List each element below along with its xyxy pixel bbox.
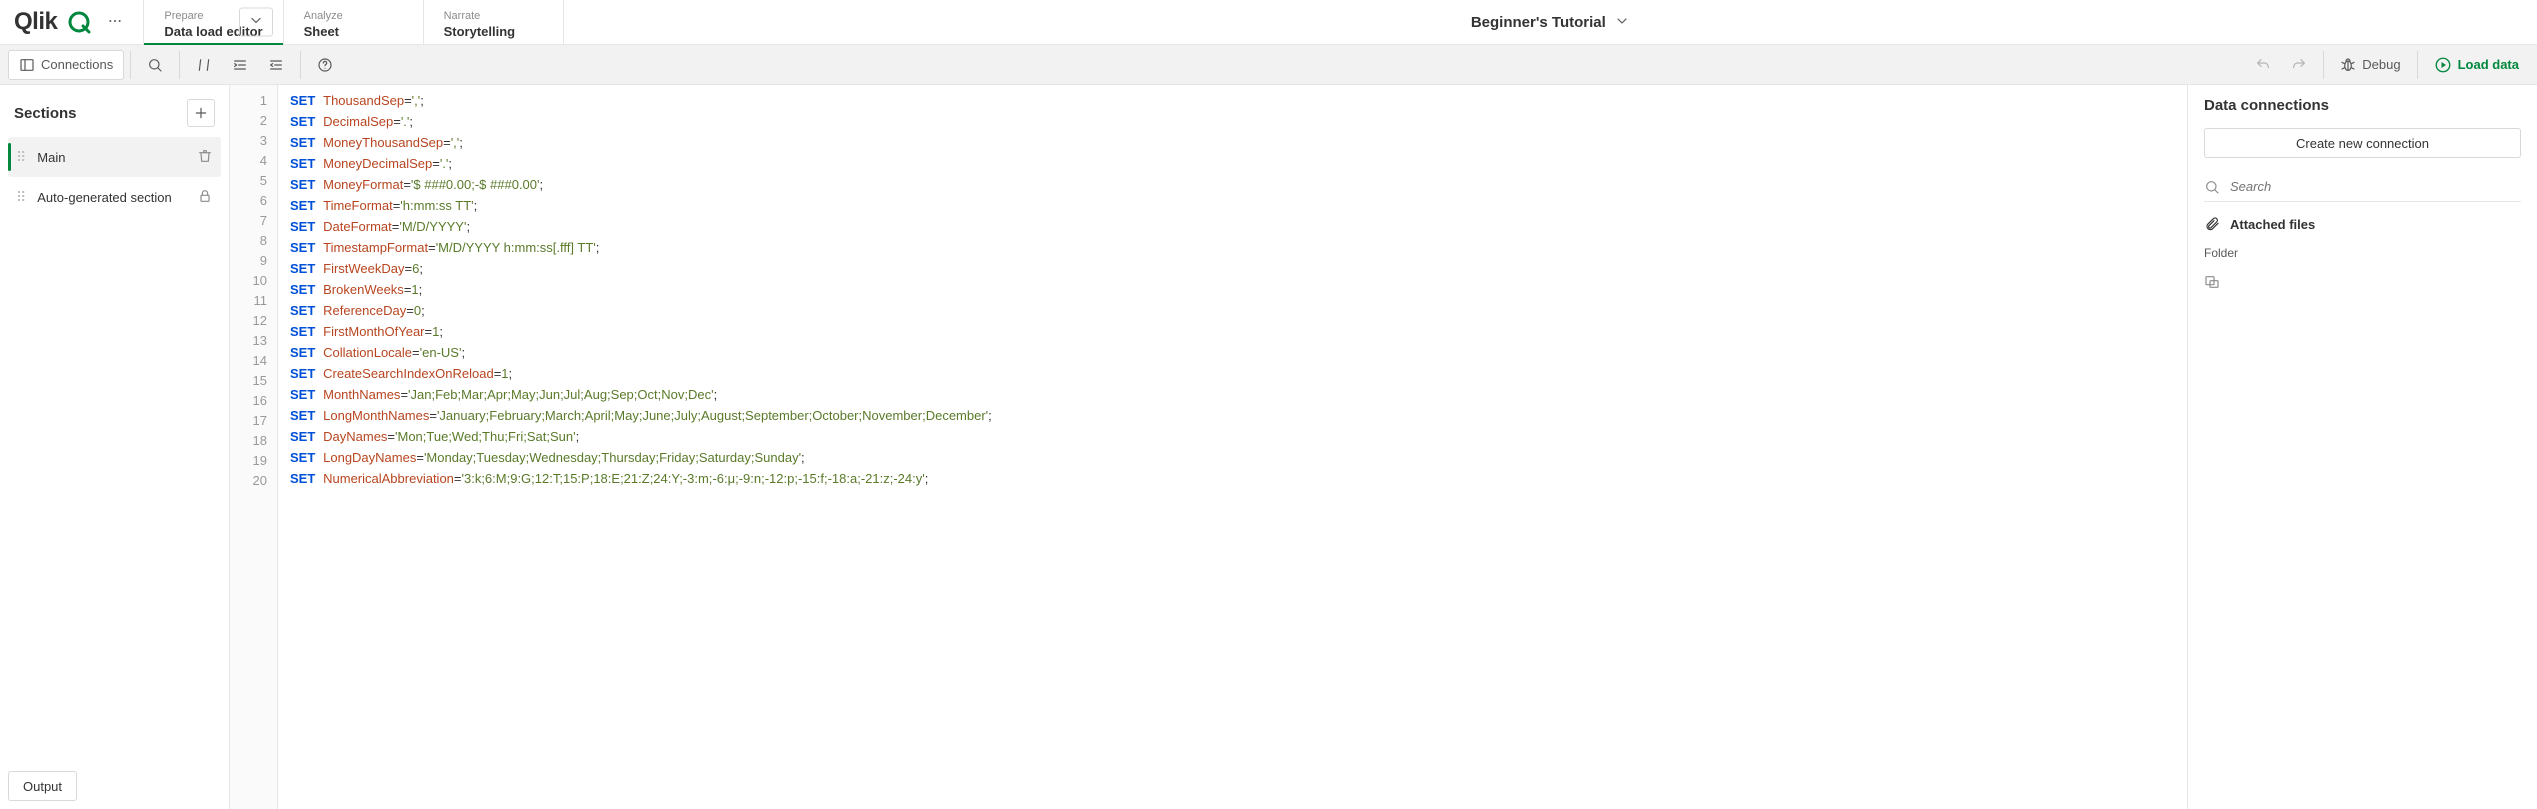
connection-search-input[interactable] [2230, 179, 2521, 194]
panel-icon [19, 57, 35, 73]
load-data-button[interactable]: Load data [2424, 50, 2529, 80]
create-connection-button[interactable]: Create new connection [2204, 128, 2521, 158]
main: Sections ⠿ Main ⠿ Auto-generated section… [0, 85, 2537, 809]
indent-button[interactable] [222, 50, 258, 80]
section-name: Auto-generated section [37, 190, 187, 205]
undo-icon [2255, 57, 2271, 73]
code-content[interactable]: SET ThousandSep=','; SET DecimalSep='.';… [278, 85, 2187, 809]
section-item-autogen[interactable]: ⠿ Auto-generated section [8, 177, 221, 217]
undo-button[interactable] [2245, 50, 2281, 80]
plus-icon [193, 105, 209, 121]
outdent-button[interactable] [258, 50, 294, 80]
chevron-down-icon[interactable] [239, 8, 273, 37]
tab-analyze[interactable]: Analyze Sheet [284, 0, 424, 44]
locked-section-icon [197, 188, 213, 207]
comment-icon [196, 57, 212, 73]
output-label: Output [23, 779, 62, 794]
connections-button[interactable]: Connections [8, 50, 124, 80]
load-data-label: Load data [2458, 57, 2519, 72]
lock-icon [197, 188, 213, 204]
create-connection-label: Create new connection [2296, 136, 2429, 151]
line-gutter: 1234567891011121314151617181920 [230, 85, 278, 809]
logo-text: Qlik [14, 8, 57, 36]
drag-handle-icon[interactable]: ⠿ [16, 149, 27, 166]
sections-title: Sections [14, 105, 77, 122]
add-section-button[interactable] [187, 99, 215, 127]
search-icon [147, 57, 163, 73]
delete-section-button[interactable] [197, 148, 213, 167]
code-editor[interactable]: 1234567891011121314151617181920 SET Thou… [230, 85, 2187, 809]
connections-title: Data connections [2204, 97, 2521, 114]
redo-icon [2291, 57, 2307, 73]
section-item-main[interactable]: ⠿ Main [8, 137, 221, 177]
paperclip-icon [2204, 216, 2220, 232]
tab-phase: Narrate [444, 9, 543, 23]
tab-screen: Sheet [304, 23, 403, 41]
separator [2417, 51, 2418, 79]
trash-icon [197, 148, 213, 164]
comment-button[interactable] [186, 50, 222, 80]
separator [179, 51, 180, 79]
app-title-dropdown[interactable]: Beginner's Tutorial [564, 0, 2537, 44]
debug-label: Debug [2362, 57, 2400, 72]
output-button[interactable]: Output [8, 771, 77, 801]
drag-handle-icon[interactable]: ⠿ [16, 189, 27, 206]
nav-tabs: Prepare Data load editor Analyze Sheet N… [143, 0, 563, 44]
debug-button[interactable]: Debug [2330, 50, 2410, 80]
separator [300, 51, 301, 79]
separator [2323, 51, 2324, 79]
connections-label: Connections [41, 57, 113, 72]
toolbar: Connections Debug Load data [0, 45, 2537, 85]
bug-icon [2340, 57, 2356, 73]
redo-button[interactable] [2281, 50, 2317, 80]
folder-label: Folder [2204, 246, 2521, 260]
tab-narrate[interactable]: Narrate Storytelling [424, 0, 564, 44]
help-icon [317, 57, 333, 73]
tab-phase: Analyze [304, 9, 403, 23]
top-header: Qlik Prepare Data load editor Analyze Sh… [0, 0, 2537, 45]
app-title: Beginner's Tutorial [1471, 14, 1606, 31]
tab-screen: Storytelling [444, 23, 543, 41]
outdent-icon [268, 57, 284, 73]
logo-mark-icon [67, 10, 91, 34]
search-button[interactable] [137, 50, 173, 80]
section-name: Main [37, 150, 187, 165]
connection-search[interactable] [2204, 172, 2521, 202]
tab-prepare[interactable]: Prepare Data load editor [143, 0, 283, 44]
attached-files-label: Attached files [2230, 217, 2315, 232]
help-button[interactable] [307, 50, 343, 80]
indent-icon [232, 57, 248, 73]
attached-files-item[interactable]: Attached files [2204, 216, 2521, 232]
sections-panel: Sections ⠿ Main ⠿ Auto-generated section [0, 85, 230, 809]
separator [130, 51, 131, 79]
select-data-button[interactable] [2204, 274, 2521, 293]
chevron-down-icon [1614, 13, 1630, 32]
select-data-icon [2204, 274, 2220, 290]
more-icon[interactable] [101, 13, 129, 32]
search-icon [2204, 179, 2220, 195]
play-circle-icon [2434, 56, 2452, 74]
data-connections-panel: Data connections Create new connection A… [2187, 85, 2537, 809]
